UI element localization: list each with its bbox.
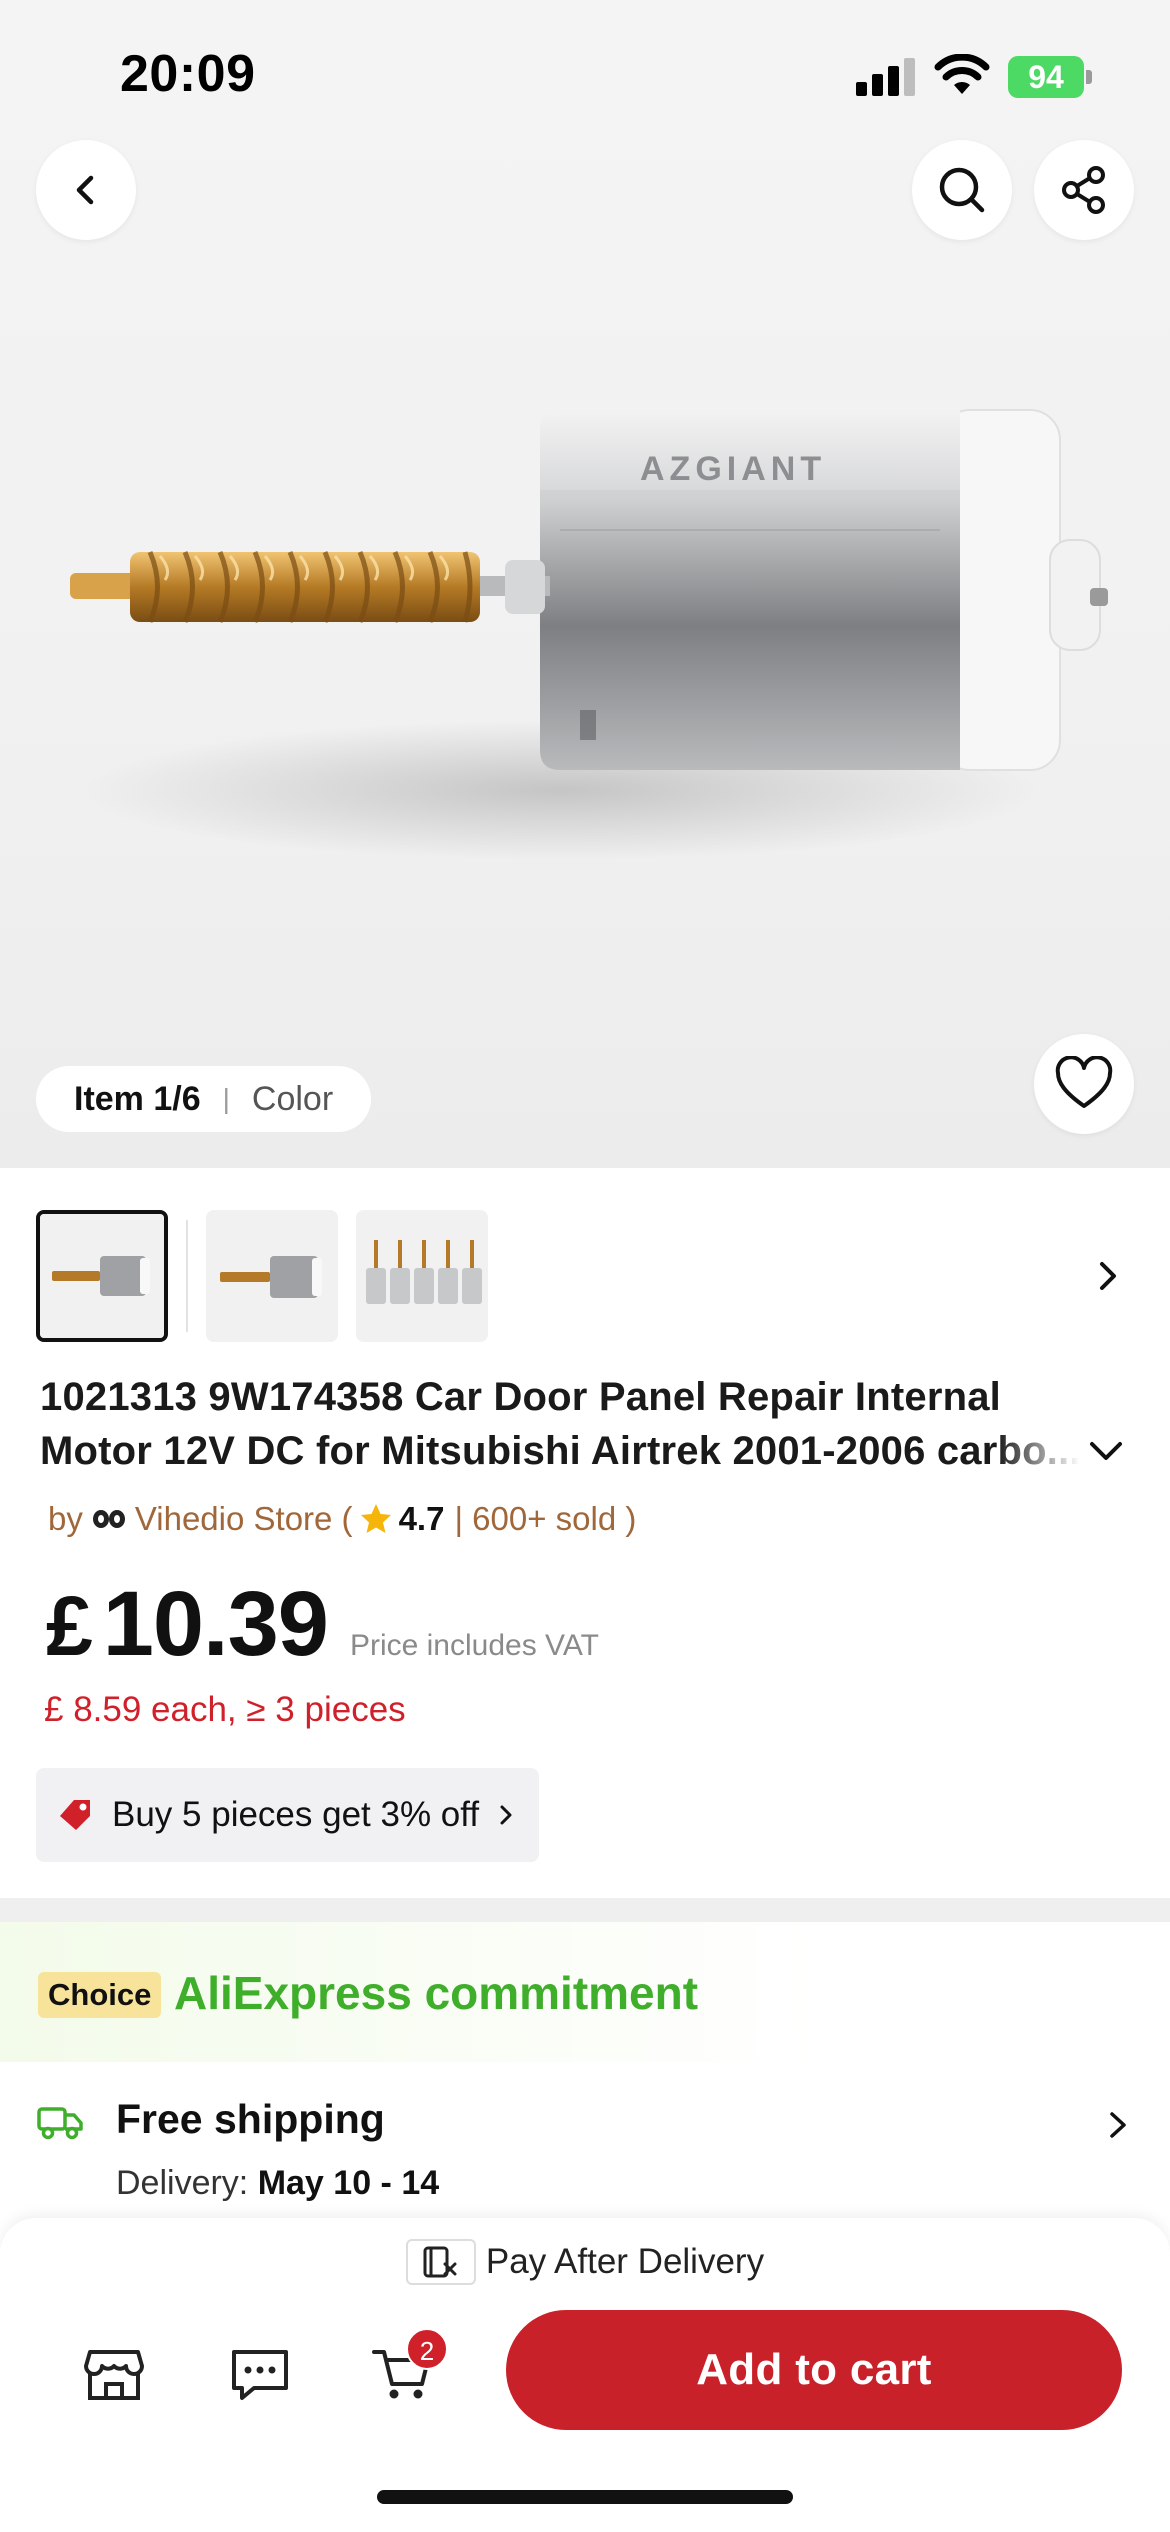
status-time: 20:09 <box>120 45 256 103</box>
cart-button[interactable]: 2 <box>366 2328 448 2410</box>
share-button[interactable] <box>1034 140 1134 240</box>
price-block: £ 10.39 Price includes VAT <box>46 1572 599 1677</box>
search-icon <box>939 167 985 213</box>
pay-after-delivery[interactable]: Pay After Delivery <box>0 2232 1170 2292</box>
chevron-right-icon[interactable] <box>1088 1256 1128 1296</box>
item-indicator[interactable]: Item 1/6 | Color <box>36 1066 372 1132</box>
store-name: Vihedio Store ( <box>134 1500 353 1537</box>
store-info[interactable]: by Vihedio Store ( 4.7 | 600+ sold ) <box>48 1500 636 1538</box>
chevron-right-icon <box>1110 2112 1126 2138</box>
share-icon <box>1062 166 1105 214</box>
product-page: 20:09 94 AZGIANT Item 1/6 | Color 102131… <box>0 0 1170 2532</box>
price-value: 10.39 <box>102 1573 329 1675</box>
battery-level: 94 <box>1008 56 1084 98</box>
thumbnail-motor-set-image <box>356 1210 488 1342</box>
status-bar: 20:09 94 <box>0 0 1170 150</box>
shipping-row[interactable]: Free shipping Delivery: May 10 - 14 <box>0 2082 1170 2212</box>
delivery-info: Delivery: May 10 - 14 <box>116 2164 439 2203</box>
product-title-line-2: Motor 12V DC for Mitsubishi Airtrek 2001… <box>40 1429 1080 1473</box>
pay-after-delivery-icon <box>405 2239 476 2285</box>
favorite-button[interactable] <box>1034 1034 1134 1134</box>
item-separator: | <box>222 1083 230 1114</box>
product-image-gallery[interactable]: 20:09 94 AZGIANT Item 1/6 | Color <box>0 0 1170 1168</box>
thumbnail-motor-image <box>40 1214 164 1338</box>
thumbnail-2[interactable] <box>206 1210 338 1342</box>
item-variant: Color <box>251 1079 334 1118</box>
product-title: 1021313 9W174358 Car Door Panel Repair I… <box>40 1370 1100 1478</box>
thumbnail-divider <box>186 1220 188 1332</box>
tag-icon <box>60 1800 90 1830</box>
delivery-dates: May 10 - 14 <box>257 2164 440 2202</box>
signal-icon <box>856 58 916 96</box>
store-logo-icon <box>92 1510 125 1528</box>
item-counter: Item 1/6 <box>74 1079 201 1118</box>
store-icon <box>84 2350 144 2400</box>
chevron-left-icon <box>76 175 94 205</box>
product-photo: AZGIANT <box>70 409 1108 860</box>
wifi-icon <box>934 54 990 94</box>
product-title-line-1: 1021313 9W174358 Car Door Panel Repair I… <box>40 1375 1001 1419</box>
search-button[interactable] <box>912 140 1012 240</box>
thumbnail-strip <box>36 1210 1136 1342</box>
price-vat-note: Price includes VAT <box>349 1629 599 1662</box>
star-icon <box>360 1504 391 1533</box>
bulk-price: £ 8.59 each, ≥ 3 pieces <box>44 1690 406 1729</box>
home-indicator <box>377 2490 793 2504</box>
truck-icon <box>37 2107 83 2140</box>
back-button[interactable] <box>36 140 136 240</box>
section-divider <box>0 1898 1170 1922</box>
store-rating: 4.7 <box>398 1500 445 1537</box>
thumbnail-1[interactable] <box>36 1210 168 1342</box>
store-button[interactable] <box>78 2338 150 2410</box>
sold-count: | 600+ sold ) <box>454 1500 637 1537</box>
battery-icon: 94 <box>1008 56 1092 98</box>
message-icon <box>232 2350 288 2400</box>
delivery-label: Delivery: <box>116 2164 249 2202</box>
chevron-right-icon <box>500 1805 512 1825</box>
product-brand-text: AZGIANT <box>640 450 826 488</box>
message-button[interactable] <box>224 2338 296 2410</box>
choice-title: AliExpress commitment <box>174 1967 699 2019</box>
thumbnail-3[interactable] <box>356 1210 488 1342</box>
chevron-down-icon[interactable] <box>1086 1436 1126 1466</box>
price-currency: £ <box>46 1579 93 1673</box>
pay-after-delivery-text: Pay After Delivery <box>485 2242 765 2281</box>
promo-text: Buy 5 pieces get 3% off <box>112 1795 480 1834</box>
shipping-title: Free shipping <box>116 2096 385 2142</box>
store-prefix: by <box>48 1500 83 1537</box>
add-to-cart-button[interactable]: Add to cart <box>506 2310 1122 2430</box>
bottom-action-bar: Pay After Delivery 2 Add to cart <box>0 2218 1170 2532</box>
heart-icon <box>1055 1056 1113 1108</box>
thumbnail-motor-image <box>206 1210 338 1342</box>
cart-count-badge: 2 <box>406 2328 448 2370</box>
choice-badge: Choice <box>38 1972 162 2018</box>
promo-button[interactable]: Buy 5 pieces get 3% off <box>36 1768 540 1862</box>
